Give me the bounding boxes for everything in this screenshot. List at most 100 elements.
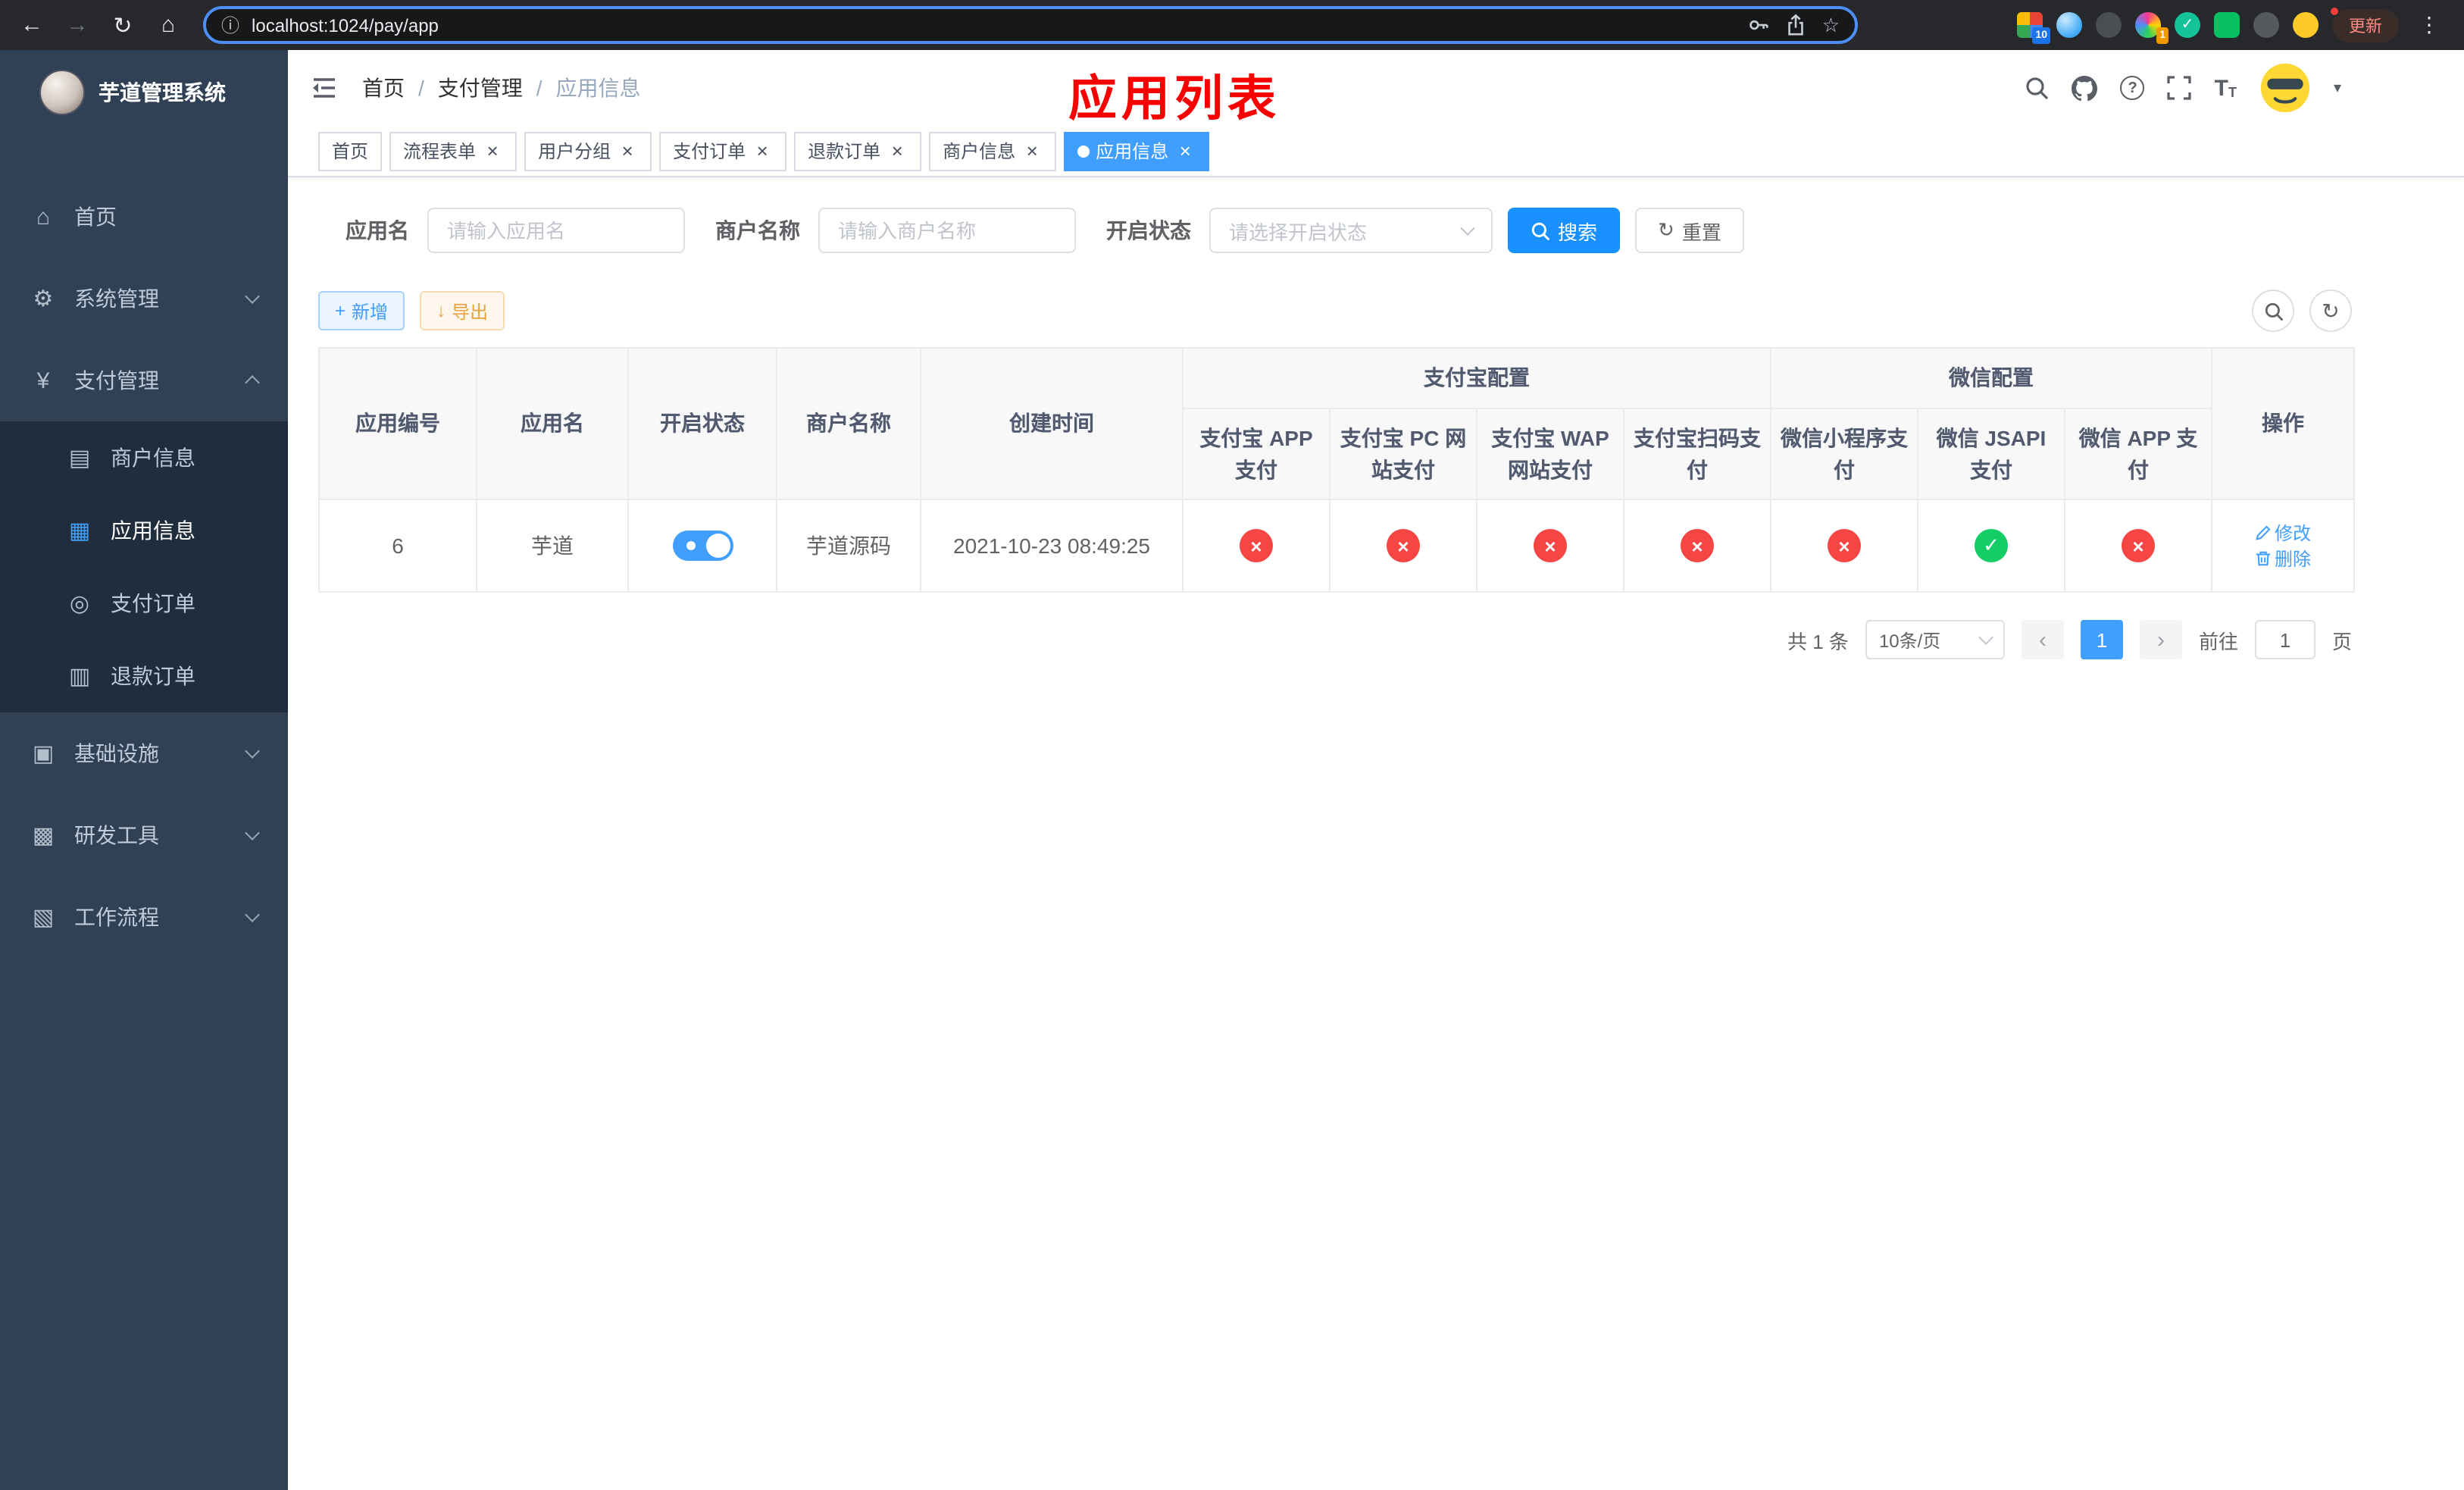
- extension-grammarly-icon[interactable]: ✓: [2175, 12, 2200, 38]
- breadcrumb: 首页 / 支付管理 / 应用信息: [362, 73, 641, 103]
- sidebar-item-payment[interactable]: ¥ 支付管理: [0, 340, 288, 421]
- tabs-bar: 首页 流程表单 × 用户分组 × 支付订单 × 退款订单 × 商户信息 × 应用信息 ×: [288, 126, 2464, 177]
- tab-refund-order[interactable]: 退款订单 ×: [794, 131, 922, 171]
- toggle-knob: [705, 534, 730, 558]
- close-icon[interactable]: ×: [617, 140, 638, 161]
- tab-user-group[interactable]: 用户分组 ×: [524, 131, 652, 171]
- tab-process-form[interactable]: 流程表单 ×: [389, 131, 518, 171]
- close-icon[interactable]: ×: [752, 140, 773, 161]
- sidebar-item-app-info[interactable]: ▦ 应用信息: [0, 494, 288, 567]
- fullscreen-icon[interactable]: [2167, 76, 2192, 100]
- password-key-icon[interactable]: [1748, 14, 1771, 36]
- browser-home-button[interactable]: ⌂: [149, 5, 188, 45]
- extensions-puzzle-icon[interactable]: [2253, 12, 2279, 38]
- merchant-name-input[interactable]: [818, 208, 1076, 253]
- add-button[interactable]: + 新增: [318, 291, 405, 330]
- page-size-select[interactable]: 10条/页: [1865, 620, 2005, 659]
- help-icon[interactable]: ?: [2120, 76, 2145, 100]
- browser-back-button[interactable]: ←: [12, 5, 52, 45]
- page-number-1[interactable]: 1: [2080, 620, 2123, 659]
- extension-grid-icon[interactable]: 10: [2017, 12, 2050, 44]
- app-table: 应用编号 应用名 开启状态 商户名称 创建时间 支付宝配置 微信配置 操作 支付…: [318, 347, 2355, 593]
- enabled-toggle[interactable]: [672, 531, 733, 561]
- merchant-name-label: 商户名称: [715, 218, 800, 243]
- extension-avatar-icon[interactable]: 1: [2135, 12, 2169, 44]
- sidebar-item-home[interactable]: ⌂ 首页: [0, 176, 288, 258]
- tab-app-info[interactable]: 应用信息 ×: [1064, 131, 1210, 171]
- cell-merchant: 芋道源码: [776, 499, 921, 593]
- sidebar-item-workflow[interactable]: ▧ 工作流程: [0, 876, 288, 958]
- extension-face-icon[interactable]: [2293, 12, 2319, 38]
- sidebar-item-merchant-info[interactable]: ▤ 商户信息: [0, 421, 288, 494]
- browser-forward-button[interactable]: →: [58, 5, 97, 45]
- sidebar-item-dev-tools[interactable]: ▩ 研发工具: [0, 794, 288, 876]
- status-check-icon: ✓: [1975, 529, 2008, 562]
- sidebar-item-infrastructure[interactable]: ▣ 基础设施: [0, 712, 288, 794]
- edit-button[interactable]: 修改: [2255, 520, 2311, 546]
- delete-button[interactable]: 删除: [2255, 546, 2311, 571]
- cell-app-name: 芋道: [476, 499, 629, 593]
- delete-label: 删除: [2274, 549, 2311, 570]
- extension-drop-icon[interactable]: [2056, 12, 2082, 38]
- sidebar-item-refund-order[interactable]: ▥ 退款订单: [0, 640, 288, 712]
- status-cross-icon: ×: [2122, 529, 2155, 562]
- cell-actions: 修改 删除: [2211, 499, 2355, 593]
- next-page-button[interactable]: ›: [2139, 620, 2182, 659]
- browser-menu-icon[interactable]: ⋮: [2412, 12, 2446, 38]
- url-text[interactable]: localhost:1024/pay/app: [252, 14, 1736, 36]
- refresh-table-button[interactable]: ↻: [2309, 290, 2352, 332]
- close-icon[interactable]: ×: [482, 140, 503, 161]
- chevron-down-icon: [245, 825, 260, 840]
- col-header-alipay-qr: 支付宝扫码支付: [1623, 408, 1771, 500]
- sidebar: 芋道管理系统 ⌂ 首页 ⚙ 系统管理 ¥ 支付管理 ▤ 商户信息 ▦ 应用信息 …: [0, 50, 288, 1490]
- col-header-actions: 操作: [2211, 347, 2355, 500]
- browser-reload-button[interactable]: ↻: [103, 5, 142, 45]
- app-title: 芋道管理系统: [98, 80, 226, 104]
- status-cross-icon: ×: [1387, 529, 1420, 562]
- tab-label: 用户分组: [538, 141, 611, 162]
- search-icon[interactable]: [2025, 76, 2050, 100]
- goto-unit-label: 页: [2331, 630, 2352, 653]
- app-logo: 芋道管理系统: [0, 50, 288, 133]
- bookmark-star-icon[interactable]: ☆: [1822, 13, 1840, 37]
- avatar-caret-down-icon[interactable]: ▾: [2334, 80, 2341, 96]
- tab-pay-order[interactable]: 支付订单 ×: [659, 131, 787, 171]
- tab-merchant-info[interactable]: 商户信息 ×: [929, 131, 1057, 171]
- sidebar-toggle-button[interactable]: [311, 76, 338, 100]
- goto-page-input[interactable]: [2254, 620, 2315, 659]
- breadcrumb-item-home[interactable]: 首页: [362, 73, 405, 103]
- col-header-created: 创建时间: [920, 347, 1184, 500]
- extension-wechat-icon[interactable]: [2214, 12, 2240, 38]
- avatar[interactable]: [2259, 62, 2311, 114]
- reset-button[interactable]: ↻ 重置: [1635, 208, 1744, 253]
- annotation-overlay: 应用列表: [1068, 71, 1281, 126]
- font-size-icon[interactable]: TT: [2215, 77, 2237, 99]
- toolbox-icon: ▩: [32, 823, 55, 849]
- col-header-wechat-mini: 微信小程序支付: [1770, 408, 1918, 500]
- sidebar-item-pay-order[interactable]: ◎ 支付订单: [0, 567, 288, 640]
- browser-update-button[interactable]: 更新: [2329, 5, 2399, 42]
- cell-alipay-app: ×: [1182, 499, 1330, 593]
- sidebar-item-system[interactable]: ⚙ 系统管理: [0, 258, 288, 340]
- search-form: 应用名 商户名称 开启状态 请选择开启状态 搜索 ↻ 重置: [346, 208, 2352, 253]
- close-icon[interactable]: ×: [1021, 140, 1043, 161]
- search-button[interactable]: 搜索: [1508, 208, 1621, 253]
- status-cross-icon: ×: [1828, 529, 1861, 562]
- github-icon[interactable]: [2072, 75, 2098, 101]
- breadcrumb-item-payment[interactable]: 支付管理: [438, 73, 523, 103]
- active-tab-dot: [1077, 145, 1090, 157]
- export-button[interactable]: ↓ 导出: [420, 291, 505, 330]
- top-navbar: 首页 / 支付管理 / 应用信息 应用列表 ? T T ▾: [288, 50, 2464, 126]
- share-icon[interactable]: [1786, 14, 1807, 36]
- close-icon[interactable]: ×: [886, 140, 908, 161]
- extension-globe-icon[interactable]: [2096, 12, 2122, 38]
- toggle-search-button[interactable]: [2252, 290, 2294, 332]
- address-bar[interactable]: ⓘ localhost:1024/pay/app ☆: [203, 6, 1858, 44]
- browser-extensions-area: 10 1 ✓ 更新 ⋮: [2017, 5, 2452, 44]
- status-select[interactable]: 请选择开启状态: [1209, 208, 1493, 253]
- site-info-icon[interactable]: ⓘ: [221, 12, 239, 38]
- prev-page-button[interactable]: ‹: [2021, 620, 2064, 659]
- tab-home[interactable]: 首页: [318, 131, 383, 171]
- close-icon[interactable]: ×: [1174, 140, 1196, 161]
- app-name-input[interactable]: [427, 208, 685, 253]
